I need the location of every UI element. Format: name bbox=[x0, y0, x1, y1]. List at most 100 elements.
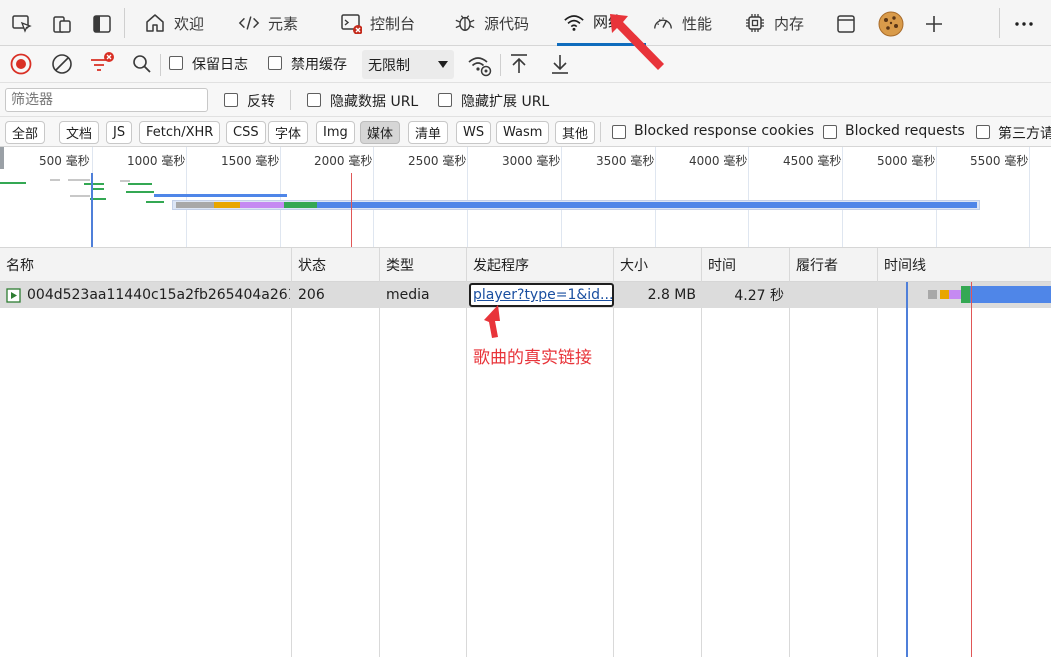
cookie-icon[interactable] bbox=[877, 10, 905, 38]
overview-tick-label: 3500 毫秒 bbox=[596, 154, 655, 168]
blocked-requests-checkbox[interactable] bbox=[823, 125, 837, 139]
overview-tick-label: 2000 毫秒 bbox=[314, 154, 373, 168]
network-toolbar: 保留日志 禁用缓存 无限制 bbox=[0, 46, 1051, 83]
tab-welcome[interactable]: 欢迎 bbox=[144, 0, 204, 46]
column-header-initiator[interactable]: 发起程序 bbox=[467, 248, 529, 282]
invert-label: 反转 bbox=[247, 94, 275, 110]
chip-icon bbox=[744, 12, 766, 34]
type-filter-font[interactable]: 字体 bbox=[268, 121, 309, 144]
chevron-down-icon bbox=[438, 61, 448, 68]
hide-data-url-label: 隐藏数据 URL bbox=[330, 94, 419, 110]
third-party-checkbox[interactable] bbox=[976, 125, 990, 139]
type-filter-all[interactable]: 全部 bbox=[5, 121, 46, 144]
overview-tick-label: 1000 毫秒 bbox=[127, 154, 186, 168]
preserve-log-checkbox[interactable] bbox=[169, 56, 183, 70]
search-icon[interactable] bbox=[131, 53, 153, 75]
preserve-log-label: 保留日志 bbox=[192, 57, 248, 73]
request-size: 2.8 MB bbox=[647, 287, 696, 303]
filter-input[interactable] bbox=[5, 88, 208, 112]
blocked-cookies-checkbox[interactable] bbox=[612, 125, 626, 139]
overview-left-handle[interactable] bbox=[0, 147, 4, 169]
application-panel-icon[interactable] bbox=[834, 12, 858, 36]
record-icon[interactable] bbox=[9, 52, 33, 76]
throttling-value: 无限制 bbox=[368, 57, 410, 74]
throttling-select[interactable]: 无限制 bbox=[362, 50, 454, 79]
request-name: 004d523aa11440c15a2fb265404a261... bbox=[27, 287, 290, 303]
tab-console[interactable]: 控制台 bbox=[340, 0, 415, 46]
table-row[interactable]: 004d523aa11440c15a2fb265404a261... 206 m… bbox=[0, 282, 1051, 308]
dom-content-loaded-line bbox=[906, 282, 908, 657]
tab-label: 元素 bbox=[268, 14, 299, 33]
column-header-time[interactable]: 时间 bbox=[702, 248, 736, 282]
type-filter-css[interactable]: CSS bbox=[226, 121, 266, 144]
resource-type-filters: 全部 文档 JS Fetch/XHR CSS 字体 Img 媒体 清单 WS W… bbox=[0, 117, 1051, 147]
annotation-text: 歌曲的真实链接 bbox=[473, 348, 592, 368]
column-header-fulfilled-by[interactable]: 履行者 bbox=[790, 248, 838, 282]
clear-icon[interactable] bbox=[50, 52, 74, 76]
column-header-size[interactable]: 大小 bbox=[614, 248, 648, 282]
waterfall-download-bar bbox=[970, 286, 1051, 303]
dock-side-icon[interactable] bbox=[90, 12, 114, 36]
tab-label: 内存 bbox=[774, 14, 805, 33]
type-filter-doc[interactable]: 文档 bbox=[59, 121, 100, 144]
waterfall-queue-bar bbox=[928, 290, 937, 299]
overview-tick-label: 500 毫秒 bbox=[39, 154, 90, 168]
inspect-element-icon[interactable] bbox=[10, 12, 34, 36]
disable-cache-checkbox[interactable] bbox=[268, 56, 282, 70]
hide-data-url-checkbox[interactable] bbox=[307, 93, 321, 107]
wifi-icon bbox=[563, 11, 585, 33]
request-time: 4.27 秒 bbox=[734, 288, 784, 304]
load-event-line bbox=[971, 282, 972, 657]
type-filter-media[interactable]: 媒体 bbox=[360, 121, 401, 144]
add-tab-icon[interactable] bbox=[922, 12, 946, 36]
column-header-status[interactable]: 状态 bbox=[292, 248, 326, 282]
tab-memory[interactable]: 内存 bbox=[744, 0, 804, 46]
type-filter-img[interactable]: Img bbox=[316, 121, 355, 144]
filter-bar: 反转 隐藏数据 URL 隐藏扩展 URL bbox=[0, 83, 1051, 117]
type-filter-wasm[interactable]: Wasm bbox=[496, 121, 550, 144]
type-filter-js[interactable]: JS bbox=[106, 121, 133, 144]
home-icon bbox=[144, 12, 166, 34]
blocked-requests-label: Blocked requests bbox=[845, 123, 965, 139]
overview-tick-label: 1500 毫秒 bbox=[221, 154, 280, 168]
request-table-header: 名称 状态 类型 发起程序 大小 时间 履行者 时间线 bbox=[0, 248, 1051, 282]
code-icon bbox=[238, 12, 260, 34]
hide-extension-url-label: 隐藏扩展 URL bbox=[461, 94, 550, 110]
tab-elements[interactable]: 元素 bbox=[238, 0, 298, 46]
more-options-icon[interactable] bbox=[1012, 12, 1036, 36]
overview-tick-label: 5000 毫秒 bbox=[877, 154, 936, 168]
tab-label: 性能 bbox=[682, 14, 713, 33]
annotation-arrow-icon bbox=[484, 305, 500, 338]
network-overview[interactable]: 500 毫秒 1000 毫秒 1500 毫秒 2000 毫秒 2500 毫秒 3… bbox=[0, 147, 1051, 248]
overview-tick-label: 4500 毫秒 bbox=[783, 154, 842, 168]
column-header-waterfall[interactable]: 时间线 bbox=[878, 248, 926, 282]
request-status: 206 bbox=[298, 287, 325, 303]
type-filter-manifest[interactable]: 清单 bbox=[408, 121, 449, 144]
blocked-cookies-label: Blocked response cookies bbox=[634, 123, 815, 139]
network-conditions-icon[interactable] bbox=[467, 52, 493, 78]
type-filter-other[interactable]: 其他 bbox=[555, 121, 596, 144]
console-icon bbox=[340, 12, 362, 34]
type-filter-ws[interactable]: WS bbox=[456, 121, 492, 144]
column-header-type[interactable]: 类型 bbox=[380, 248, 414, 282]
waterfall-waiting-bar bbox=[961, 286, 970, 303]
media-file-icon bbox=[6, 287, 21, 303]
hide-extension-url-checkbox[interactable] bbox=[438, 93, 452, 107]
invert-checkbox[interactable] bbox=[224, 93, 238, 107]
overview-tick-label: 5500 毫秒 bbox=[970, 154, 1029, 168]
devtools-tab-bar: 欢迎 元素 控制台 源代码 网络 性能 内存 bbox=[0, 0, 1051, 46]
import-har-icon[interactable] bbox=[508, 52, 530, 76]
request-type: media bbox=[386, 287, 430, 303]
overview-tick-label: 4000 毫秒 bbox=[689, 154, 748, 168]
device-emulation-icon[interactable] bbox=[50, 12, 74, 36]
overview-tick-label: 3000 毫秒 bbox=[502, 154, 561, 168]
third-party-label: 第三方请 bbox=[998, 126, 1051, 142]
type-filter-fetch[interactable]: Fetch/XHR bbox=[139, 121, 221, 144]
overview-tick-label: 2500 毫秒 bbox=[408, 154, 467, 168]
request-name-cell[interactable]: 004d523aa11440c15a2fb265404a261... bbox=[6, 282, 290, 308]
export-har-icon[interactable] bbox=[549, 52, 571, 76]
column-header-name[interactable]: 名称 bbox=[0, 248, 34, 282]
filter-icon[interactable] bbox=[88, 51, 116, 77]
annotation-arrow-icon bbox=[610, 14, 664, 70]
tab-sources[interactable]: 源代码 bbox=[454, 0, 529, 46]
